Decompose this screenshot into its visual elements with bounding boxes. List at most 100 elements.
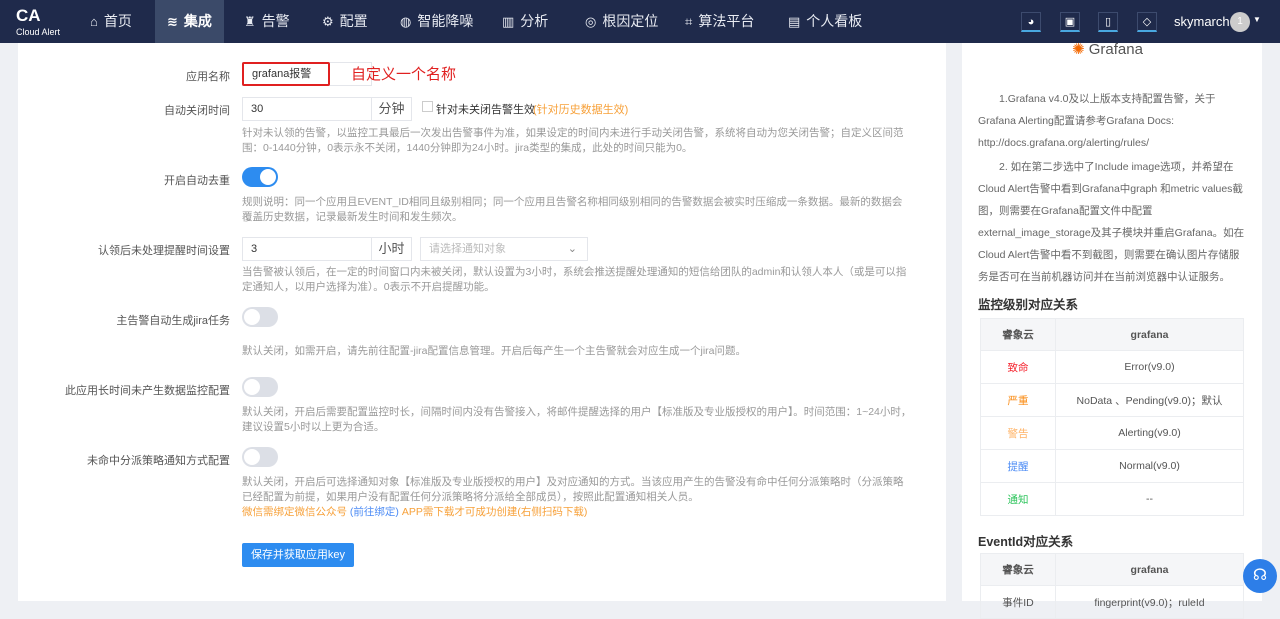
target-icon: ◎ (585, 14, 597, 29)
auto-close-input[interactable]: 30 (242, 97, 372, 121)
nav-item-label: 首页 (103, 13, 132, 29)
col-header: 睿象云 (980, 318, 1056, 351)
level-value: NoData 、Pending(v9.0)；默认 (1055, 383, 1244, 417)
hours-addon: 小时 (372, 237, 412, 261)
nav-item-label: 集成 (183, 13, 212, 29)
integration-form: 应用名称 grafana报警 自定义一个名称 自动关闭时间 30 分钟 针对未关… (18, 43, 946, 601)
dashboard-icon: ▤ (788, 14, 801, 29)
unmatched-help: 默认关闭，开启后可选择通知对象【标准版及专业版授权的用户】及对应通知的方式。当该… (242, 476, 904, 503)
nav-item-label: 根因定位 (602, 13, 659, 29)
auto-close-help: 针对未认领的告警，以监控工具最后一次发出告警事件为准，如果设定的时间内未进行手动… (242, 127, 904, 154)
level-name: 严重 (980, 383, 1056, 417)
book-icon[interactable]: ▯ (1098, 12, 1118, 32)
nav-item-label: 配置 (339, 13, 368, 29)
app-note: APP需下载才可成功创建(右侧扫码下载) (401, 506, 588, 518)
level-mapping-table: 睿象云 grafana 致命 Error(v9.0) 严重 NoData 、Pendin… (980, 318, 1244, 516)
algorithm-icon: ⌗ (685, 14, 693, 29)
help-paragraph-2: 2. 如在第二步选中了Include image选项，并希望在Cloud Ale… (978, 161, 1245, 283)
nav-item-8[interactable]: ▤ 个人看板 (776, 0, 874, 43)
nav-item-label: 算法平台 (698, 13, 755, 29)
level-row: 警告 Alerting(v9.0) (980, 416, 1244, 450)
inbox-icon[interactable]: ▣ (1060, 12, 1080, 32)
eventid-mapping-title: EventId对应关系 (978, 535, 1074, 549)
level-name: 致命 (980, 350, 1056, 384)
nav-item-label: 告警 (261, 13, 290, 29)
level-name: 警告 (980, 416, 1056, 450)
jira-label: 主告警自动生成jira任务 (116, 315, 230, 327)
level-row: 严重 NoData 、Pending(v9.0)；默认 (980, 383, 1244, 417)
wechat-note: 微信需绑定微信公众号 (242, 506, 347, 518)
caret-down-icon[interactable]: ▼ (1253, 15, 1261, 24)
dedupe-toggle[interactable] (242, 167, 278, 187)
jira-toggle[interactable] (242, 307, 278, 327)
wechat-app-note: 微信需绑定微信公众号 (前往绑定) APP需下载才可成功创建(右侧扫码下载) (242, 505, 912, 520)
save-button[interactable]: 保存并获取应用key (242, 543, 354, 567)
chart-icon: ▥ (502, 14, 515, 29)
notify-target-select[interactable]: 请选择通知对象 ⌄ (420, 237, 588, 261)
noise-icon: ◍ (400, 14, 412, 29)
jira-help: 默认关闭，如需开启，请先前往配置-jira配置信息管理。开启后每产生一个主告警就… (242, 345, 746, 357)
auto-close-label: 自动关闭时间 (164, 105, 230, 117)
nav-item-1[interactable]: ≋ 集成 (155, 0, 224, 43)
annotation-text: 自定义一个名称 (351, 66, 457, 83)
grafana-brand: Grafana (1088, 41, 1143, 58)
nav-item-4[interactable]: ◍ 智能降噪 (388, 0, 485, 43)
help-paragraph-1: 1.Grafana v4.0及以上版本支持配置告警，关于Grafana Aler… (978, 93, 1216, 149)
level-name: 提醒 (980, 449, 1056, 483)
dedupe-label: 开启自动去重 (164, 175, 230, 187)
support-chat-icon[interactable]: ☊ (1243, 559, 1277, 593)
nav-item-7[interactable]: ⌗ 算法平台 (673, 0, 766, 43)
alarm-icon: ♜ (244, 14, 256, 29)
unmatched-toggle[interactable] (242, 447, 278, 467)
grafana-logo: ✺ Grafana (1072, 40, 1143, 58)
history-note: (针对历史数据生效) (533, 104, 629, 116)
help-panel: ✺ Grafana 1.Grafana v4.0及以上版本支持配置告警，关于Gr… (962, 40, 1262, 619)
unmatched-label: 未命中分派策略通知方式配置 (87, 455, 230, 467)
top-nav: CA Cloud Alert ⌂ 首页 ≋ 集成 ♜ 告警 ⚙ 配置 ◍ 智能降噪 ▥ 分析 ◎ 根因定位 ⌗… (0, 0, 1280, 43)
level-mapping-title: 监控级别对应关系 (978, 298, 1079, 312)
level-value: Error(v9.0) (1055, 350, 1244, 384)
level-row: 致命 Error(v9.0) (980, 350, 1244, 384)
diamond-icon[interactable]: ◇ (1137, 12, 1157, 32)
nav-item-label: 分析 (520, 13, 549, 29)
username[interactable]: skymarch (1174, 0, 1230, 43)
col-header: grafana (1055, 553, 1244, 586)
remind-help: 当告警被认领后，在一定的时间窗口内未被关闭，默认设置为3小时，系统会推送提醒处理… (242, 266, 907, 293)
monitor-help: 默认关闭，开启后需要配置监控时长，间隔时间内没有告警接入，将邮件提醒选择的用户【… (242, 406, 912, 433)
col-header: 睿象云 (980, 553, 1056, 586)
level-row: 通知 -- (980, 482, 1244, 516)
remind-input[interactable]: 3 (242, 237, 372, 261)
history-checkbox[interactable] (422, 101, 433, 112)
logo[interactable]: CA Cloud Alert (16, 6, 60, 38)
nav-item-6[interactable]: ◎ 根因定位 (573, 0, 670, 43)
dedupe-help: 规则说明：同一个应用且EVENT_ID相同且级别相同；同一个应用且告警名称相同级… (242, 196, 903, 223)
minutes-addon: 分钟 (372, 97, 412, 121)
level-name: 通知 (980, 482, 1056, 516)
chevron-down-icon: ⌄ (567, 243, 577, 255)
wechat-bind-link[interactable]: (前往绑定) (350, 506, 399, 518)
select-placeholder: 请选择通知对象 (429, 243, 506, 255)
nav-item-3[interactable]: ⚙ 配置 (310, 0, 380, 43)
col-header: grafana (1055, 318, 1244, 351)
history-checkbox-label[interactable]: 针对未关闭告警生效 (436, 101, 535, 117)
monitor-label: 此应用长时间未产生数据监控配置 (65, 385, 230, 397)
nav-item-2[interactable]: ♜ 告警 (232, 0, 302, 43)
level-value: -- (1055, 482, 1244, 516)
logo-text: CA (16, 6, 41, 25)
gear-icon: ⚙ (322, 14, 334, 29)
monitor-toggle[interactable] (242, 377, 278, 397)
level-value: Normal(v9.0) (1055, 449, 1244, 483)
home-icon: ⌂ (90, 14, 98, 29)
app-name-input-highlight[interactable]: grafana报警 (242, 62, 330, 86)
event-row-label: 事件ID (980, 585, 1056, 619)
grafana-logo-icon: ✺ (1072, 41, 1085, 58)
avatar[interactable]: 1 (1230, 12, 1250, 32)
headset-icon[interactable]: ◕ (1021, 12, 1041, 32)
layers-icon: ≋ (167, 14, 178, 29)
app-name-label: 应用名称 (186, 71, 230, 83)
nav-item-label: 智能降噪 (417, 13, 474, 29)
level-row: 提醒 Normal(v9.0) (980, 449, 1244, 483)
nav-item-5[interactable]: ▥ 分析 (490, 0, 560, 43)
level-value: Alerting(v9.0) (1055, 416, 1244, 450)
nav-item-0[interactable]: ⌂ 首页 (78, 0, 144, 43)
